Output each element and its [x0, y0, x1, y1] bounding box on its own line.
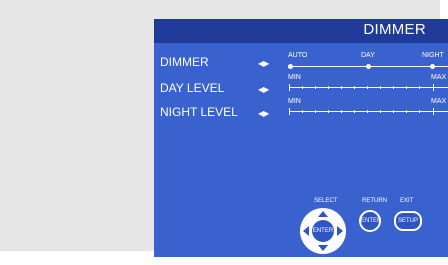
option-day[interactable]: DAY: [361, 52, 375, 59]
option-night[interactable]: NIGHT: [422, 52, 444, 59]
slider-tick: [354, 86, 355, 89]
slider-tick: [341, 86, 342, 89]
slider-tick: [406, 86, 407, 89]
night-level-max: MAX: [431, 98, 447, 105]
row-label-day-level: DAY LEVEL: [160, 81, 225, 95]
slider-tick: [393, 86, 394, 89]
day-dot[interactable]: [366, 64, 371, 69]
menu-header: DIMMER: [154, 19, 448, 43]
dpad-enter-button[interactable]: ENTER: [312, 220, 334, 242]
auto-dot[interactable]: [288, 64, 293, 69]
slider-track: [289, 111, 448, 112]
day-level-arrows[interactable]: ◀▶: [258, 85, 269, 94]
slider-tick: [380, 110, 381, 113]
slider-tick: [328, 86, 329, 89]
slider-tick: [367, 110, 368, 113]
day-level-max: MAX: [431, 74, 447, 81]
dimmer-arrows[interactable]: ◀▶: [258, 59, 269, 68]
day-level-min: MIN: [288, 74, 301, 81]
option-auto[interactable]: AUTO: [288, 52, 307, 59]
slider-tick: [393, 110, 394, 113]
up-arrow-icon[interactable]: [318, 211, 328, 217]
row-label-night-level: NIGHT LEVEL: [160, 105, 238, 119]
right-arrow-icon[interactable]: ▶: [263, 109, 269, 118]
night-dot[interactable]: [430, 64, 435, 69]
night-level-arrows[interactable]: ◀▶: [258, 109, 269, 118]
slider-tick: [367, 86, 368, 89]
right-arrow-icon[interactable]: ▶: [263, 85, 269, 94]
slider-end-tick: [433, 108, 434, 115]
slider-tick: [302, 110, 303, 113]
select-label: SELECT: [314, 198, 338, 204]
night-level-min: MIN: [288, 98, 301, 105]
right-arrow-icon[interactable]: ▶: [263, 59, 269, 68]
row-label-dimmer: DIMMER: [160, 55, 209, 69]
osd-menu: DIMMER DIMMER ◀▶ AUTO DAY NIGHT DAY LEVE…: [154, 19, 448, 257]
menu-title: DIMMER: [363, 21, 426, 38]
setup-button[interactable]: SETUP: [394, 211, 422, 231]
right-arrow-icon[interactable]: [337, 226, 343, 236]
slider-end-tick: [433, 84, 434, 91]
slider-tick: [354, 110, 355, 113]
slider-tick: [315, 110, 316, 113]
left-arrow-icon[interactable]: [303, 226, 309, 236]
return-enter-button[interactable]: ENTER: [359, 210, 381, 232]
slider-tick: [315, 86, 316, 89]
slider-tick: [419, 86, 420, 89]
slider-tick: [328, 110, 329, 113]
slider-tick: [341, 110, 342, 113]
slider-tick: [406, 110, 407, 113]
slider-tick: [302, 86, 303, 89]
return-label: RETURN: [362, 198, 387, 204]
exit-label: EXIT: [400, 198, 414, 204]
slider-track: [289, 87, 448, 88]
slider-tick: [380, 86, 381, 89]
slider-tick: [419, 110, 420, 113]
select-dpad[interactable]: ENTER: [300, 208, 346, 254]
down-arrow-icon[interactable]: [318, 245, 328, 251]
